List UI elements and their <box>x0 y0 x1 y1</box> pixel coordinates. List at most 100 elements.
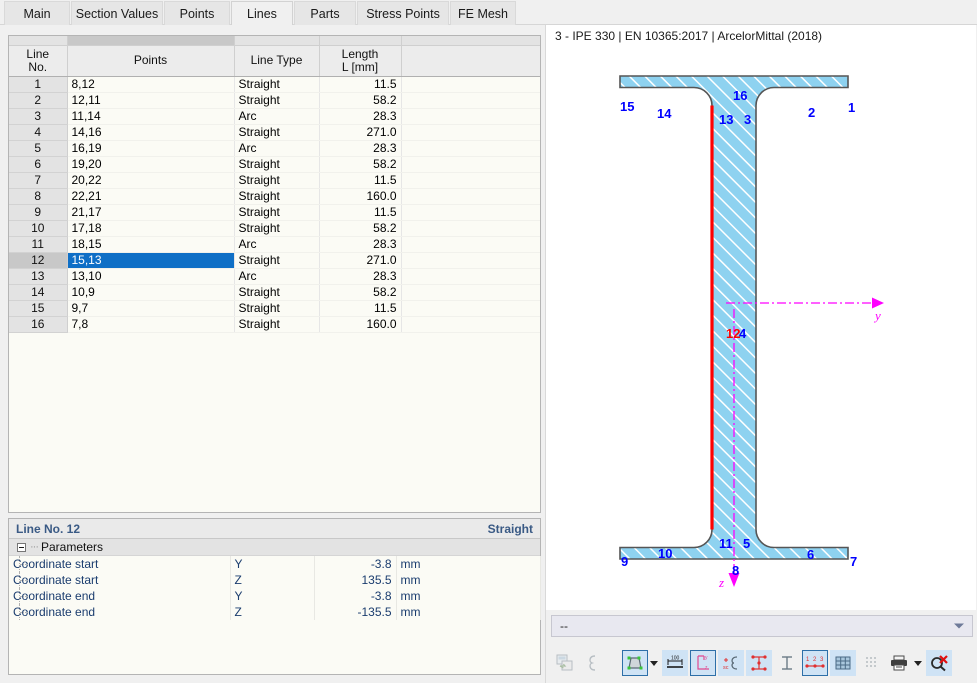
row-blank[interactable] <box>401 124 540 141</box>
row-line-no[interactable]: 6 <box>9 156 68 173</box>
tab-points[interactable]: Points <box>164 1 230 25</box>
parameter-value[interactable]: -3.8 <box>314 556 397 572</box>
row-blank[interactable] <box>401 140 540 157</box>
row-points[interactable]: 13,10 <box>67 268 235 285</box>
section-outline-icon[interactable] <box>580 650 606 676</box>
parameter-row[interactable]: Coordinate end Y -3.8 mm <box>9 588 541 604</box>
section-viewport[interactable]: y z 1 2 3 4 5 6 7 8 9 10 11 12 13 14 15 16 <box>546 25 977 610</box>
column-header-length[interactable]: Length L [mm] <box>319 45 402 77</box>
row-points[interactable]: 8,12 <box>67 76 235 93</box>
row-line-no[interactable]: 2 <box>9 92 68 109</box>
tab-lines[interactable]: Lines <box>231 1 293 25</box>
row-blank[interactable] <box>401 300 540 317</box>
row-line-type[interactable]: Straight <box>234 92 320 109</box>
row-line-type[interactable]: Straight <box>234 172 320 189</box>
row-line-type[interactable]: Arc <box>234 236 320 253</box>
parameter-value[interactable]: 135.5 <box>314 572 397 588</box>
row-line-no[interactable]: 14 <box>9 284 68 301</box>
row-line-no[interactable]: 15 <box>9 300 68 317</box>
row-line-no[interactable]: 8 <box>9 188 68 205</box>
table-row[interactable]: 10 17,18 Straight 58.2 <box>9 220 540 237</box>
row-points[interactable]: 18,15 <box>67 236 235 253</box>
row-length[interactable]: 28.3 <box>319 108 402 125</box>
table-row[interactable]: 12 15,13 Straight 271.0 <box>9 252 540 269</box>
view-select[interactable]: -- <box>551 615 973 637</box>
row-blank[interactable] <box>401 92 540 109</box>
row-length[interactable]: 28.3 <box>319 140 402 157</box>
row-line-type[interactable]: Straight <box>234 156 320 173</box>
row-blank[interactable] <box>401 156 540 173</box>
row-blank[interactable] <box>401 204 540 221</box>
row-line-no[interactable]: 11 <box>9 236 68 253</box>
row-line-type[interactable]: Arc <box>234 140 320 157</box>
table-row[interactable]: 16 7,8 Straight 160.0 <box>9 316 540 333</box>
row-blank[interactable] <box>401 172 540 189</box>
table-row[interactable]: 9 21,17 Straight 11.5 <box>9 204 540 221</box>
stress-points-icon[interactable] <box>746 650 772 676</box>
row-length[interactable]: 271.0 <box>319 124 402 141</box>
parameter-row[interactable]: Coordinate start Z 135.5 mm <box>9 572 541 588</box>
row-points[interactable]: 19,20 <box>67 156 235 173</box>
row-length[interactable]: 11.5 <box>319 204 402 221</box>
import-icon[interactable] <box>552 650 578 676</box>
grid-dots-icon[interactable] <box>858 650 884 676</box>
section-drawing[interactable]: y z 123456 78910111213141516 <box>546 25 977 610</box>
row-blank[interactable] <box>401 220 540 237</box>
row-line-no[interactable]: 5 <box>9 140 68 157</box>
parameter-row[interactable]: Coordinate start Y -3.8 mm <box>9 556 541 572</box>
row-length[interactable]: 11.5 <box>319 300 402 317</box>
table-row[interactable]: 8 22,21 Straight 160.0 <box>9 188 540 205</box>
row-line-no[interactable]: 4 <box>9 124 68 141</box>
table-row[interactable]: 5 16,19 Arc 28.3 <box>9 140 540 157</box>
row-blank[interactable] <box>401 268 540 285</box>
row-points[interactable]: 9,7 <box>67 300 235 317</box>
row-line-type[interactable]: Straight <box>234 252 320 269</box>
table-row[interactable]: 2 12,11 Straight 58.2 <box>9 92 540 109</box>
print-icon[interactable] <box>886 650 912 676</box>
table-row[interactable]: 4 14,16 Straight 271.0 <box>9 124 540 141</box>
row-line-no[interactable]: 9 <box>9 204 68 221</box>
row-points[interactable]: 22,21 <box>67 188 235 205</box>
row-line-type[interactable]: Straight <box>234 284 320 301</box>
table-row[interactable]: 1 8,12 Straight 11.5 <box>9 76 540 93</box>
row-line-type[interactable]: Straight <box>234 124 320 141</box>
row-line-type[interactable]: Straight <box>234 76 320 93</box>
row-blank[interactable] <box>401 76 540 93</box>
table-row[interactable]: 13 13,10 Arc 28.3 <box>9 268 540 285</box>
axes-system-icon[interactable]: y z <box>690 650 716 676</box>
row-line-no[interactable]: 3 <box>9 108 68 125</box>
row-points[interactable]: 10,9 <box>67 284 235 301</box>
row-length[interactable]: 28.3 <box>319 268 402 285</box>
row-points[interactable]: 12,11 <box>67 92 235 109</box>
row-points[interactable]: 17,18 <box>67 220 235 237</box>
row-line-no[interactable]: 12 <box>9 252 68 269</box>
tab-fe-mesh[interactable]: FE Mesh <box>450 1 516 25</box>
table-row[interactable]: 15 9,7 Straight 11.5 <box>9 300 540 317</box>
column-header-line-no[interactable]: Line No. <box>9 45 68 77</box>
row-points[interactable]: 7,8 <box>67 316 235 333</box>
row-line-type[interactable]: Straight <box>234 204 320 221</box>
parameters-group-row[interactable]: ··· Parameters <box>9 539 540 556</box>
table-row[interactable]: 11 18,15 Arc 28.3 <box>9 236 540 253</box>
shape-render-icon[interactable] <box>622 650 648 676</box>
tab-section-values[interactable]: Section Values <box>71 1 163 25</box>
row-length[interactable]: 58.2 <box>319 220 402 237</box>
row-line-no[interactable]: 10 <box>9 220 68 237</box>
tab-main[interactable]: Main <box>4 1 70 25</box>
row-line-type[interactable]: Straight <box>234 316 320 333</box>
row-length[interactable]: 271.0 <box>319 252 402 269</box>
row-line-type[interactable]: Straight <box>234 300 320 317</box>
table-row[interactable]: 3 11,14 Arc 28.3 <box>9 108 540 125</box>
shear-center-icon[interactable]: sc <box>718 650 744 676</box>
table-row[interactable]: 6 19,20 Straight 58.2 <box>9 156 540 173</box>
row-length[interactable]: 58.2 <box>319 92 402 109</box>
tab-stress-points[interactable]: Stress Points <box>357 1 449 25</box>
row-points[interactable]: 15,13 <box>67 252 235 269</box>
row-points[interactable]: 11,14 <box>67 108 235 125</box>
row-line-type[interactable]: Arc <box>234 268 320 285</box>
row-length[interactable]: 160.0 <box>319 316 402 333</box>
row-length[interactable]: 58.2 <box>319 284 402 301</box>
row-points[interactable]: 20,22 <box>67 172 235 189</box>
row-points[interactable]: 21,17 <box>67 204 235 221</box>
row-points[interactable]: 14,16 <box>67 124 235 141</box>
